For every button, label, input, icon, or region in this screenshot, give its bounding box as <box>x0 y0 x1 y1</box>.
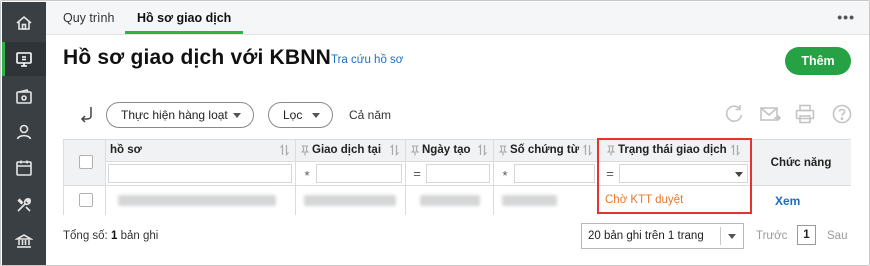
user-icon <box>16 124 32 140</box>
filter-input-created-date[interactable] <box>426 164 490 183</box>
chevron-down-icon <box>728 234 736 239</box>
filter-select-transaction-status[interactable] <box>619 164 748 183</box>
redacted-value <box>420 195 480 206</box>
total-count: 1 <box>110 230 118 242</box>
redacted-value <box>502 195 557 206</box>
cell-location <box>296 186 406 215</box>
page-size-select[interactable]: 20 bản ghi trên 1 trang <box>581 223 744 249</box>
filter-cell-location: * <box>296 162 406 186</box>
sidebar-item-calendar[interactable] <box>2 151 46 185</box>
filter-operator[interactable]: * <box>302 168 312 183</box>
sidebar-item-bank[interactable] <box>2 224 46 258</box>
sort-icon[interactable] <box>390 144 399 156</box>
more-horizontal-icon[interactable]: ••• <box>837 9 855 25</box>
batch-action-label: Thực hiện hàng loạt <box>121 108 228 122</box>
filter-cell-voucher-number: * <box>494 162 599 186</box>
sidebar-item-tools[interactable] <box>2 188 46 222</box>
view-link[interactable]: Xem <box>775 194 800 208</box>
select-divider <box>720 227 721 245</box>
sidebar-item-home[interactable] <box>2 6 46 40</box>
next-page-button[interactable]: Sau <box>827 230 847 242</box>
select-all-checkbox[interactable] <box>79 155 93 169</box>
tab-bar: Quy trình Hồ sơ giao dịch ••• <box>46 2 869 35</box>
row-checkbox[interactable] <box>79 193 93 207</box>
mail-icon[interactable] <box>759 103 782 125</box>
chevron-down-icon <box>312 113 320 118</box>
sidebar-item-wallet[interactable] <box>2 80 46 114</box>
total-suffix: bản ghi <box>120 230 159 242</box>
previous-page-button[interactable]: Trước <box>756 230 787 242</box>
sort-icon[interactable] <box>731 144 740 156</box>
tab-transaction-records[interactable]: Hồ sơ giao dịch <box>125 2 244 34</box>
page-title: Hồ sơ giao dịch với KBNN <box>63 46 332 69</box>
cell-transaction-status: Chờ KTT duyệt <box>599 186 751 215</box>
filter-input-location[interactable] <box>316 164 402 183</box>
transactions-grid: hồ sơ Giao dịch tại Ngày tạo Số chứng từ… <box>63 139 851 215</box>
filter-cell-created-date: = <box>406 162 494 186</box>
filter-button[interactable]: Lọc <box>268 102 333 128</box>
home-icon <box>16 15 32 30</box>
sidebar-item-transactions[interactable] <box>2 42 46 76</box>
column-header-record[interactable]: hồ sơ <box>106 140 296 162</box>
sidebar-item-user[interactable] <box>2 115 46 149</box>
chevron-down-icon[interactable] <box>731 165 747 182</box>
select-all-cell <box>64 140 106 186</box>
column-header-label: hồ sơ <box>110 144 142 156</box>
column-header-label: Giao dịch tại <box>312 144 382 156</box>
refresh-icon[interactable] <box>723 103 745 125</box>
print-icon[interactable] <box>794 103 816 125</box>
return-arrow-icon[interactable] <box>79 105 95 123</box>
column-header-label: Số chứng từ <box>510 144 580 156</box>
monitor-icon <box>16 52 32 67</box>
pin-icon <box>607 145 615 156</box>
batch-action-button[interactable]: Thực hiện hàng loạt <box>106 102 254 128</box>
status-badge: Chờ KTT duyệt <box>605 194 684 206</box>
pin-icon <box>301 145 309 156</box>
tab-process[interactable]: Quy trình <box>63 2 114 34</box>
lookup-records-link[interactable]: Tra cứu hồ sơ <box>331 54 403 66</box>
cell-record <box>106 186 296 215</box>
pin-icon <box>411 145 419 156</box>
filter-label: Lọc <box>283 108 303 122</box>
filter-input-record[interactable] <box>108 164 292 183</box>
column-header-label: Ngày tạo <box>422 144 471 156</box>
app-window: Quy trình Hồ sơ giao dịch ••• Hồ sơ giao… <box>0 0 870 266</box>
tools-icon <box>17 198 31 212</box>
sidebar <box>2 2 46 265</box>
add-button[interactable]: Thêm <box>785 47 851 75</box>
sort-icon[interactable] <box>583 144 592 156</box>
filter-operator[interactable]: = <box>412 166 422 181</box>
current-page[interactable]: 1 <box>797 225 816 245</box>
column-header-voucher-number[interactable]: Số chứng từ <box>494 140 599 162</box>
filter-input-voucher-number[interactable] <box>514 164 595 183</box>
chevron-down-icon <box>233 113 241 118</box>
column-header-transaction-status[interactable]: Trạng thái giao dịch <box>599 140 751 162</box>
total-prefix: Tổng số: <box>63 230 108 242</box>
calendar-icon <box>16 160 32 176</box>
table-row[interactable] <box>64 186 106 215</box>
column-header-location[interactable]: Giao dịch tại <box>296 140 406 162</box>
column-header-actions: Chức năng <box>751 140 851 186</box>
period-label[interactable]: Cả năm <box>349 108 391 122</box>
cell-voucher-number <box>494 186 599 215</box>
column-header-created-date[interactable]: Ngày tạo <box>406 140 494 162</box>
pin-icon <box>499 145 507 156</box>
filter-cell-record <box>106 162 296 186</box>
total-records: Tổng số: 1 bản ghi <box>63 230 158 242</box>
cell-actions: Xem <box>751 186 851 215</box>
redacted-value <box>304 195 396 206</box>
filter-cell-transaction-status: = <box>599 162 751 186</box>
redacted-value <box>118 195 276 206</box>
column-header-label: Trạng thái giao dịch <box>618 144 727 156</box>
filter-operator[interactable]: = <box>605 166 615 181</box>
help-icon[interactable] <box>831 103 853 125</box>
sort-icon[interactable] <box>280 144 289 156</box>
cell-created-date <box>406 186 494 215</box>
page-size-label: 20 bản ghi trên 1 trang <box>588 230 704 242</box>
wallet-icon <box>16 89 32 104</box>
sort-icon[interactable] <box>478 144 487 156</box>
filter-operator[interactable]: * <box>500 168 510 183</box>
bank-icon <box>15 234 33 248</box>
